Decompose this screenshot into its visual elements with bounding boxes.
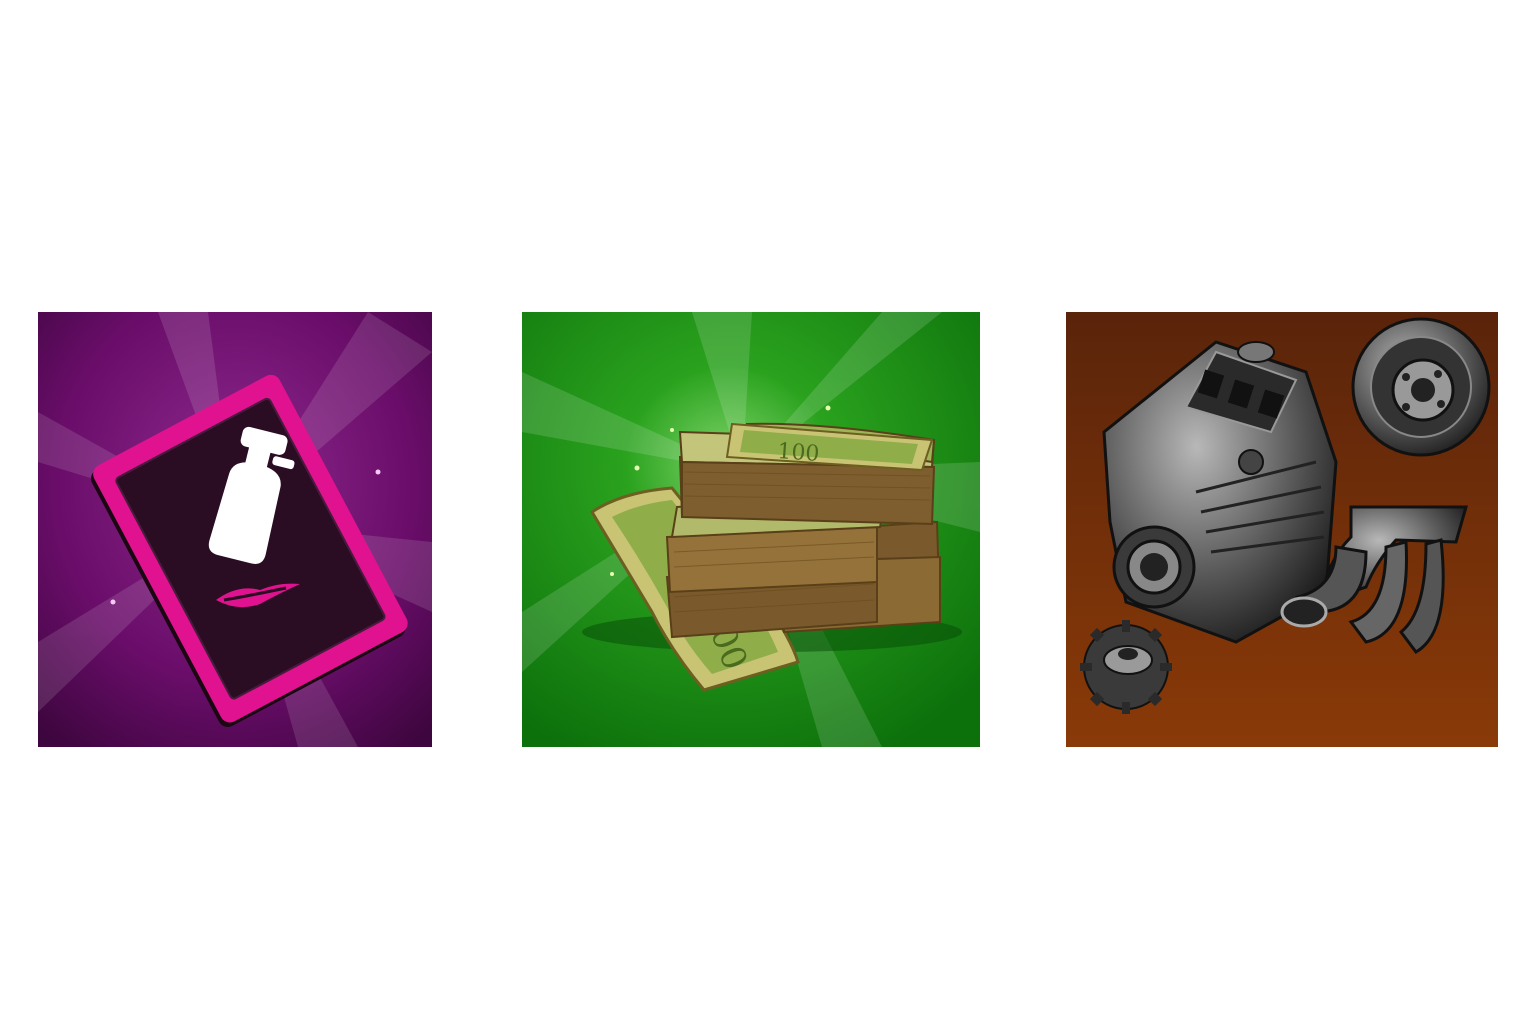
phone-with-perfume-bottle-icon <box>38 312 432 747</box>
stack-bill-denomination: 100 <box>777 439 821 467</box>
brake-disc-icon <box>1351 317 1491 457</box>
cosmetics-reward-tile[interactable] <box>38 312 432 747</box>
cash-reward-tile[interactable]: 100 100 <box>522 312 980 747</box>
cash-stack-icon: 100 100 <box>522 312 980 747</box>
engine-parts-reward-tile[interactable] <box>1066 312 1498 747</box>
gear-icon <box>1080 620 1172 714</box>
engine-parts-icon <box>1066 312 1498 747</box>
